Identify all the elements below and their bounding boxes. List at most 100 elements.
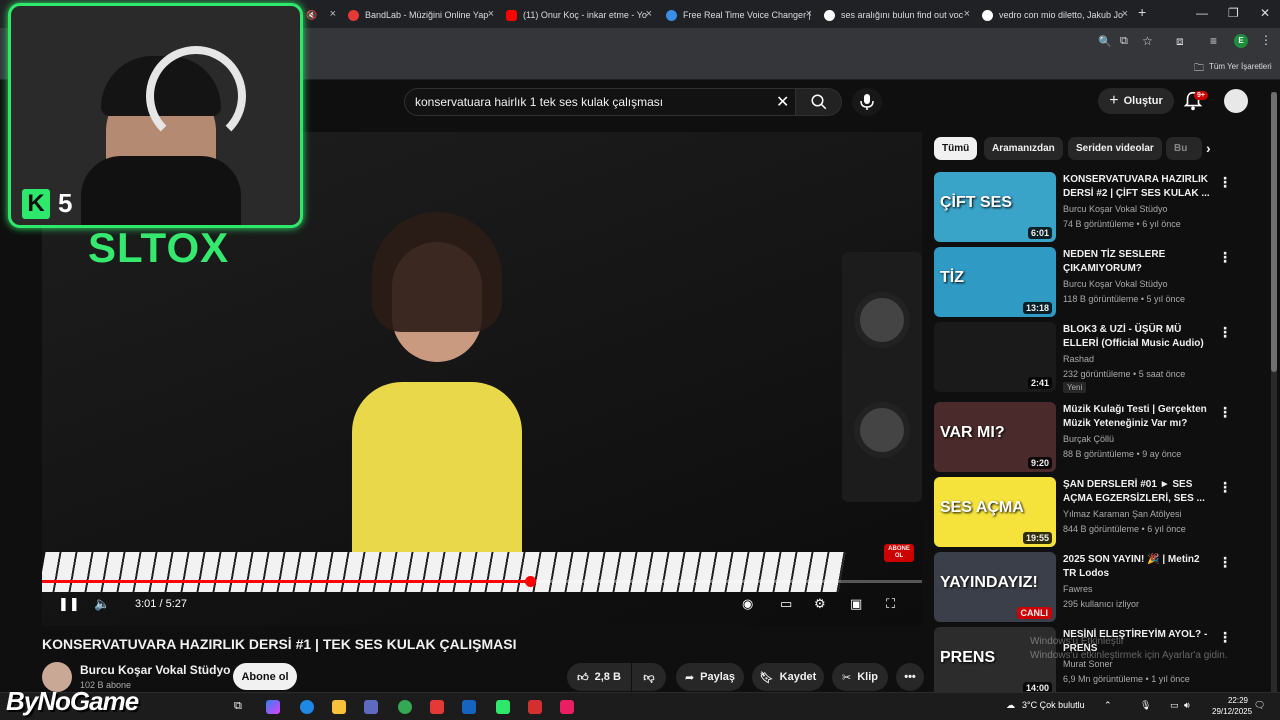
- chip-series[interactable]: Seriden videolar: [1068, 137, 1162, 160]
- clip-button[interactable]: ✂ Klip: [832, 663, 888, 691]
- clock[interactable]: 22:29 29/12/2025: [1212, 695, 1252, 717]
- chip-from-search[interactable]: Aramanızdan: [984, 137, 1063, 160]
- close-icon[interactable]: ×: [646, 8, 652, 20]
- recommendation-title[interactable]: KONSERVATUVARA HAZIRLIK DERSİ #2 | ÇİFT …: [1063, 173, 1213, 201]
- recommendation-channel[interactable]: Rashad: [1063, 354, 1094, 364]
- mic-tray-icon[interactable]: 🎙︎: [1140, 700, 1151, 711]
- chevron-right-icon[interactable]: ›: [1206, 140, 1211, 156]
- progress-knob[interactable]: [524, 576, 536, 587]
- subscribe-button[interactable]: Abone ol: [233, 663, 297, 690]
- save-button[interactable]: 🔖︎ Kaydet: [752, 663, 824, 691]
- subscribe-watermark-badge[interactable]: ABONE OL: [884, 544, 914, 562]
- video-thumbnail[interactable]: 2:41: [934, 322, 1056, 392]
- share-button[interactable]: ➦ Paylaş: [676, 663, 744, 691]
- scrollbar-thumb[interactable]: [1271, 92, 1277, 372]
- recommendation-channel[interactable]: Yılmaz Karaman Şan Atölyesi: [1063, 509, 1182, 519]
- pause-icon[interactable]: ❚❚: [58, 596, 80, 612]
- tab-vocal-range[interactable]: ses aralığını bulun find out voc ×: [818, 4, 974, 26]
- recommendation-item[interactable]: YAYINDAYIZ! CANLI 2025 SON YAYIN! 🎉 | Meti…: [934, 552, 1234, 622]
- network-icon[interactable]: ▭: [1170, 700, 1179, 711]
- video-thumbnail[interactable]: SES AÇMA 19:55: [934, 477, 1056, 547]
- theater-mode-icon[interactable]: ▣: [850, 596, 862, 612]
- voice-search-button[interactable]: [852, 88, 882, 116]
- video-thumbnail[interactable]: YAYINDAYIZ! CANLI: [934, 552, 1056, 622]
- recommendation-item[interactable]: ÇİFT SES 6:01 KONSERVATUVARA HAZIRLIK DERS…: [934, 172, 1234, 242]
- search-button[interactable]: [796, 88, 842, 116]
- recommendation-channel[interactable]: Burçak Çöllü: [1063, 434, 1114, 444]
- video-thumbnail[interactable]: VAR MI? 9:20: [934, 402, 1056, 472]
- chip-all[interactable]: Tümü: [934, 137, 978, 160]
- tab-youtube[interactable]: (11) Onur Koç - inkar etme - Yo ×: [500, 4, 656, 26]
- more-options-icon[interactable]: ⋮: [1218, 554, 1232, 571]
- chip-partial[interactable]: Bu: [1166, 137, 1202, 160]
- recommendation-title[interactable]: Müzik Kulağı Testi | Gerçekten Müzik Yet…: [1063, 403, 1213, 431]
- create-button[interactable]: + Oluştur: [1098, 88, 1174, 114]
- close-icon[interactable]: ×: [1122, 8, 1128, 20]
- task-view-icon[interactable]: ⧉: [234, 700, 248, 714]
- video-thumbnail[interactable]: TİZ 13:18: [934, 247, 1056, 317]
- speaker-icon[interactable]: 🔊︎: [1184, 700, 1190, 711]
- more-actions-button[interactable]: •••: [896, 663, 924, 691]
- close-icon[interactable]: ×: [488, 8, 494, 20]
- recommendation-title[interactable]: 2025 SON YAYIN! 🎉 | Metin2 TR Lodos: [1063, 553, 1213, 581]
- account-avatar[interactable]: [1224, 89, 1248, 113]
- new-tab-icon[interactable]: +: [1138, 4, 1146, 20]
- recommendation-item[interactable]: TİZ 13:18 NEDEN TİZ SESLERE ÇIKAMIYORUM? Bu…: [934, 247, 1234, 317]
- more-options-icon[interactable]: ⋮: [1218, 404, 1232, 421]
- copilot-icon[interactable]: [266, 700, 280, 714]
- app2-icon[interactable]: [560, 700, 574, 714]
- close-icon[interactable]: ×: [964, 8, 970, 20]
- zoom-icon[interactable]: 🔍: [1098, 35, 1112, 48]
- recommendation-channel[interactable]: Burcu Koşar Vokal Stüdyo: [1063, 279, 1168, 289]
- weather[interactable]: 3°C Çok bulutlu: [1022, 700, 1085, 710]
- clear-search-icon[interactable]: ✕: [776, 92, 789, 112]
- search-input[interactable]: konservatuara hairlık 1 tek ses kulak ça…: [404, 88, 796, 116]
- recommendation-channel[interactable]: Fawres: [1063, 584, 1093, 594]
- video-thumbnail[interactable]: ÇİFT SES 6:01: [934, 172, 1056, 242]
- more-options-icon[interactable]: ⋮: [1218, 479, 1232, 496]
- recommendation-title[interactable]: NEDEN TİZ SESLERE ÇIKAMIYORUM?: [1063, 248, 1213, 276]
- close-icon[interactable]: ×: [806, 8, 812, 20]
- tab-bandlab[interactable]: BandLab - Müziğini Online Yap ×: [342, 4, 498, 26]
- recommendation-item[interactable]: VAR MI? 9:20 Müzik Kulağı Testi | Gerçekte…: [934, 402, 1234, 472]
- volume-icon[interactable]: 🔈: [94, 596, 110, 612]
- notification-center-icon[interactable]: 🗨︎: [1254, 700, 1265, 711]
- recommendation-item[interactable]: 2:41 BLOK3 & UZİ - ÜŞÜR MÜ ELLERİ (Offici…: [934, 322, 1234, 393]
- channel-name[interactable]: Burcu Koşar Vokal Stüdyo: [80, 663, 230, 677]
- app-icon[interactable]: [528, 700, 542, 714]
- tab-vedro[interactable]: vedro con mio diletto, Jakub Jo ×: [976, 4, 1132, 26]
- more-options-icon[interactable]: ⋮: [1218, 324, 1232, 341]
- restore-icon[interactable]: ❐: [1228, 6, 1239, 20]
- store-icon[interactable]: [364, 700, 378, 714]
- mail-icon[interactable]: [462, 700, 476, 714]
- profile-avatar[interactable]: E: [1234, 34, 1248, 48]
- recommendation-item[interactable]: SES AÇMA 19:55 ŞAN DERSLERİ #01 ► SES AÇMA…: [934, 477, 1234, 547]
- tray-chevron-icon[interactable]: ⌃: [1104, 700, 1112, 711]
- close-icon[interactable]: ×: [330, 8, 336, 20]
- chrome-icon[interactable]: [398, 700, 412, 714]
- more-options-icon[interactable]: ⋮: [1218, 174, 1232, 191]
- bookmark-star-icon[interactable]: ☆: [1142, 34, 1153, 48]
- more-options-icon[interactable]: ⋮: [1218, 249, 1232, 266]
- recommendation-title[interactable]: BLOK3 & UZİ - ÜŞÜR MÜ ELLERİ (Official M…: [1063, 323, 1213, 351]
- close-window-icon[interactable]: ✕: [1260, 6, 1270, 20]
- tab-partial[interactable]: 🔇 ×: [300, 4, 340, 26]
- progress-bar[interactable]: [42, 576, 922, 587]
- edge-icon[interactable]: [300, 700, 314, 714]
- dislike-button[interactable]: 👎︎: [632, 663, 666, 691]
- extensions-icon[interactable]: ⧈: [1176, 34, 1184, 49]
- autoplay-toggle-icon[interactable]: ◉: [742, 596, 753, 612]
- like-button[interactable]: 👍︎ 2,8 B: [567, 663, 631, 691]
- bandlab-taskbar-icon[interactable]: [430, 700, 444, 714]
- subtitles-icon[interactable]: ▭: [780, 596, 792, 612]
- scrollbar[interactable]: [1271, 92, 1277, 692]
- tab-voicechanger[interactable]: Free Real Time Voice Changer | ×: [660, 4, 816, 26]
- fullscreen-icon[interactable]: ⛶: [886, 596, 895, 612]
- recommendation-title[interactable]: ŞAN DERSLERİ #01 ► SES AÇMA EGZERSİZLERİ…: [1063, 478, 1213, 506]
- kick-taskbar-icon[interactable]: [496, 700, 510, 714]
- minimize-icon[interactable]: —: [1196, 6, 1208, 20]
- cast-icon[interactable]: ⧉: [1120, 35, 1128, 48]
- settings-gear-icon[interactable]: ⚙: [814, 596, 826, 612]
- menu-icon[interactable]: ⋮: [1260, 33, 1272, 47]
- all-bookmarks-label[interactable]: Tüm Yer İşaretleri: [1209, 62, 1272, 71]
